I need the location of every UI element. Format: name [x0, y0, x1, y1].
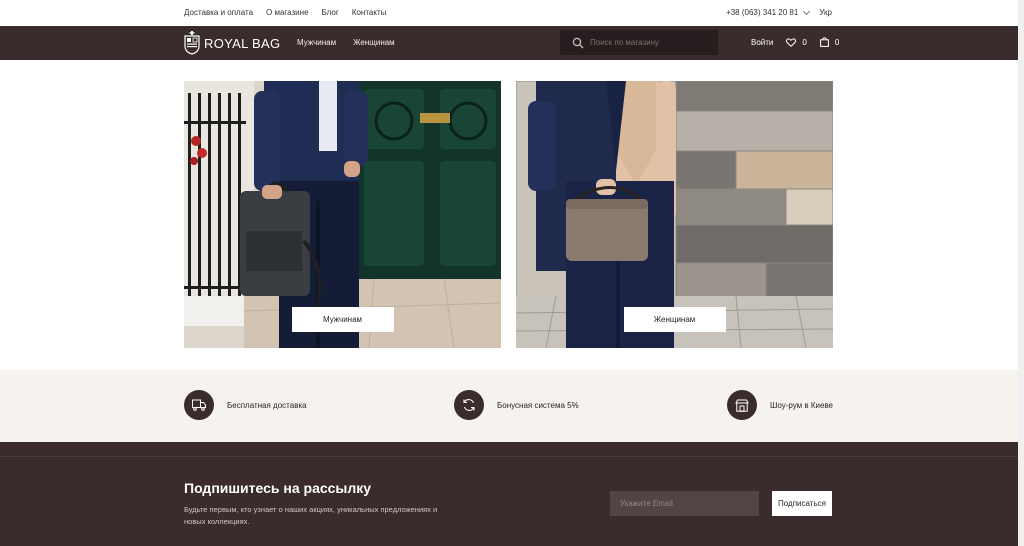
feature-label: Бонусная система 5%	[497, 400, 579, 410]
feature-icon-circle	[727, 390, 757, 420]
top-link-delivery[interactable]: Доставка и оплата	[184, 8, 253, 17]
truck-icon	[192, 399, 206, 411]
phone-dropdown[interactable]: +38 (063) 341 20 81	[726, 7, 811, 17]
women-category-button[interactable]: Женщинам	[623, 307, 726, 332]
feature-free-delivery: Бесплатная доставка	[184, 390, 307, 420]
feature-label: Бесплатная доставка	[227, 400, 307, 410]
login-link[interactable]: Войти	[751, 38, 773, 47]
feature-icon-circle	[454, 390, 484, 420]
logo[interactable]: ROYAL BAG	[184, 31, 280, 55]
top-link-about[interactable]: О магазине	[266, 8, 309, 17]
wishlist-count: 0	[802, 37, 807, 47]
search-input[interactable]	[590, 38, 710, 47]
nav-item-men[interactable]: Мужчинам	[297, 38, 336, 47]
language-switch[interactable]: Укр	[819, 8, 832, 17]
top-link-contacts[interactable]: Контакты	[352, 8, 387, 17]
feature-bonus-system: Бонусная система 5%	[454, 390, 579, 420]
page-scrollbar[interactable]	[1018, 0, 1024, 546]
nav-item-women[interactable]: Женщинам	[353, 38, 395, 47]
main-nav: Мужчинам Женщинам	[297, 38, 395, 47]
top-bar-right: +38 (063) 341 20 81 Укр	[726, 7, 832, 17]
features-strip: Бесплатная доставка Бонусная система 5% …	[0, 370, 1024, 442]
newsletter-title: Подпишитесь на рассылку	[184, 480, 372, 496]
shopping-bag-icon	[819, 37, 829, 47]
email-field[interactable]	[610, 491, 759, 516]
refresh-icon	[463, 399, 475, 411]
newsletter-footer: Подпишитесь на рассылку Будьте первым, к…	[0, 442, 1024, 546]
feature-icon-circle	[184, 390, 214, 420]
wishlist-button[interactable]: 0	[786, 37, 807, 47]
phone-number: +38 (063) 341 20 81	[726, 8, 799, 17]
top-link-blog[interactable]: Блог	[322, 8, 339, 17]
feature-showroom: Шоу-рум в Киеве	[727, 390, 833, 420]
subscribe-button[interactable]: Подписаться	[772, 491, 832, 516]
feature-label: Шоу-рум в Киеве	[770, 400, 834, 410]
search-box	[560, 30, 718, 55]
header-actions: Войти 0 0	[751, 37, 852, 47]
cart-button[interactable]: 0	[819, 37, 840, 47]
men-category-button[interactable]: Мужчинам	[291, 307, 394, 332]
crest-logo-icon	[184, 31, 200, 55]
top-bar: Доставка и оплата О магазине Блог Контак…	[0, 0, 1024, 26]
heart-icon	[786, 37, 797, 47]
cart-count: 0	[834, 37, 840, 47]
footer-divider	[0, 456, 1024, 457]
top-links: Доставка и оплата О магазине Блог Контак…	[184, 8, 386, 17]
search-icon[interactable]	[572, 37, 584, 49]
category-card-men[interactable]: Мужчинам	[184, 81, 501, 348]
chevron-down-icon	[803, 7, 811, 15]
store-icon	[735, 399, 749, 412]
logo-text: ROYAL BAG	[204, 35, 281, 51]
newsletter-text: Будьте первым, кто узнает о наших акциях…	[184, 505, 438, 526]
category-card-women[interactable]: Женщинам	[516, 81, 833, 348]
main-header: ROYAL BAG Мужчинам Женщинам Войти 0 0	[0, 26, 1024, 60]
